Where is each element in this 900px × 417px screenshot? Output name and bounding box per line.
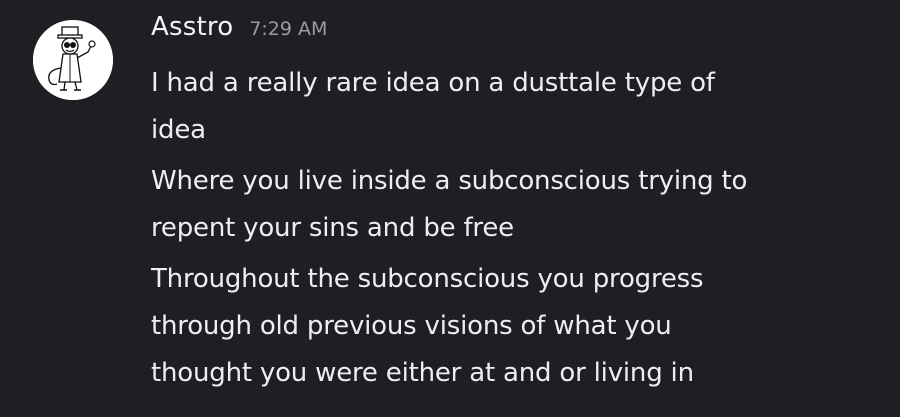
message-paragraph: Where you live inside a subconscious try…	[151, 158, 871, 252]
chat-message: Asstro 7:29 AM I had a really rare idea …	[0, 0, 900, 417]
message-paragraph: I had a really rare idea on a dusttale t…	[151, 60, 871, 154]
message-content: I had a really rare idea on a dusttale t…	[151, 60, 871, 401]
username[interactable]: Asstro	[151, 12, 233, 42]
message-line: idea	[151, 115, 206, 145]
message-paragraph: Throughout the subconscious you progress…	[151, 256, 871, 397]
message-line: Where you live inside a subconscious try…	[151, 166, 748, 196]
message-line: I had a really rare idea on a dusttale t…	[151, 68, 715, 98]
message-line: Throughout the subconscious you progress	[151, 264, 704, 294]
user-avatar[interactable]	[33, 20, 113, 100]
message-line: repent your sins and be free	[151, 213, 514, 243]
cartoon-character-avatar-icon	[33, 20, 113, 100]
message-line: through old previous visions of what you	[151, 311, 672, 341]
message-line: thought you were either at and or living…	[151, 358, 694, 388]
message-header: Asstro 7:29 AM	[151, 12, 327, 52]
timestamp[interactable]: 7:29 AM	[249, 18, 327, 40]
